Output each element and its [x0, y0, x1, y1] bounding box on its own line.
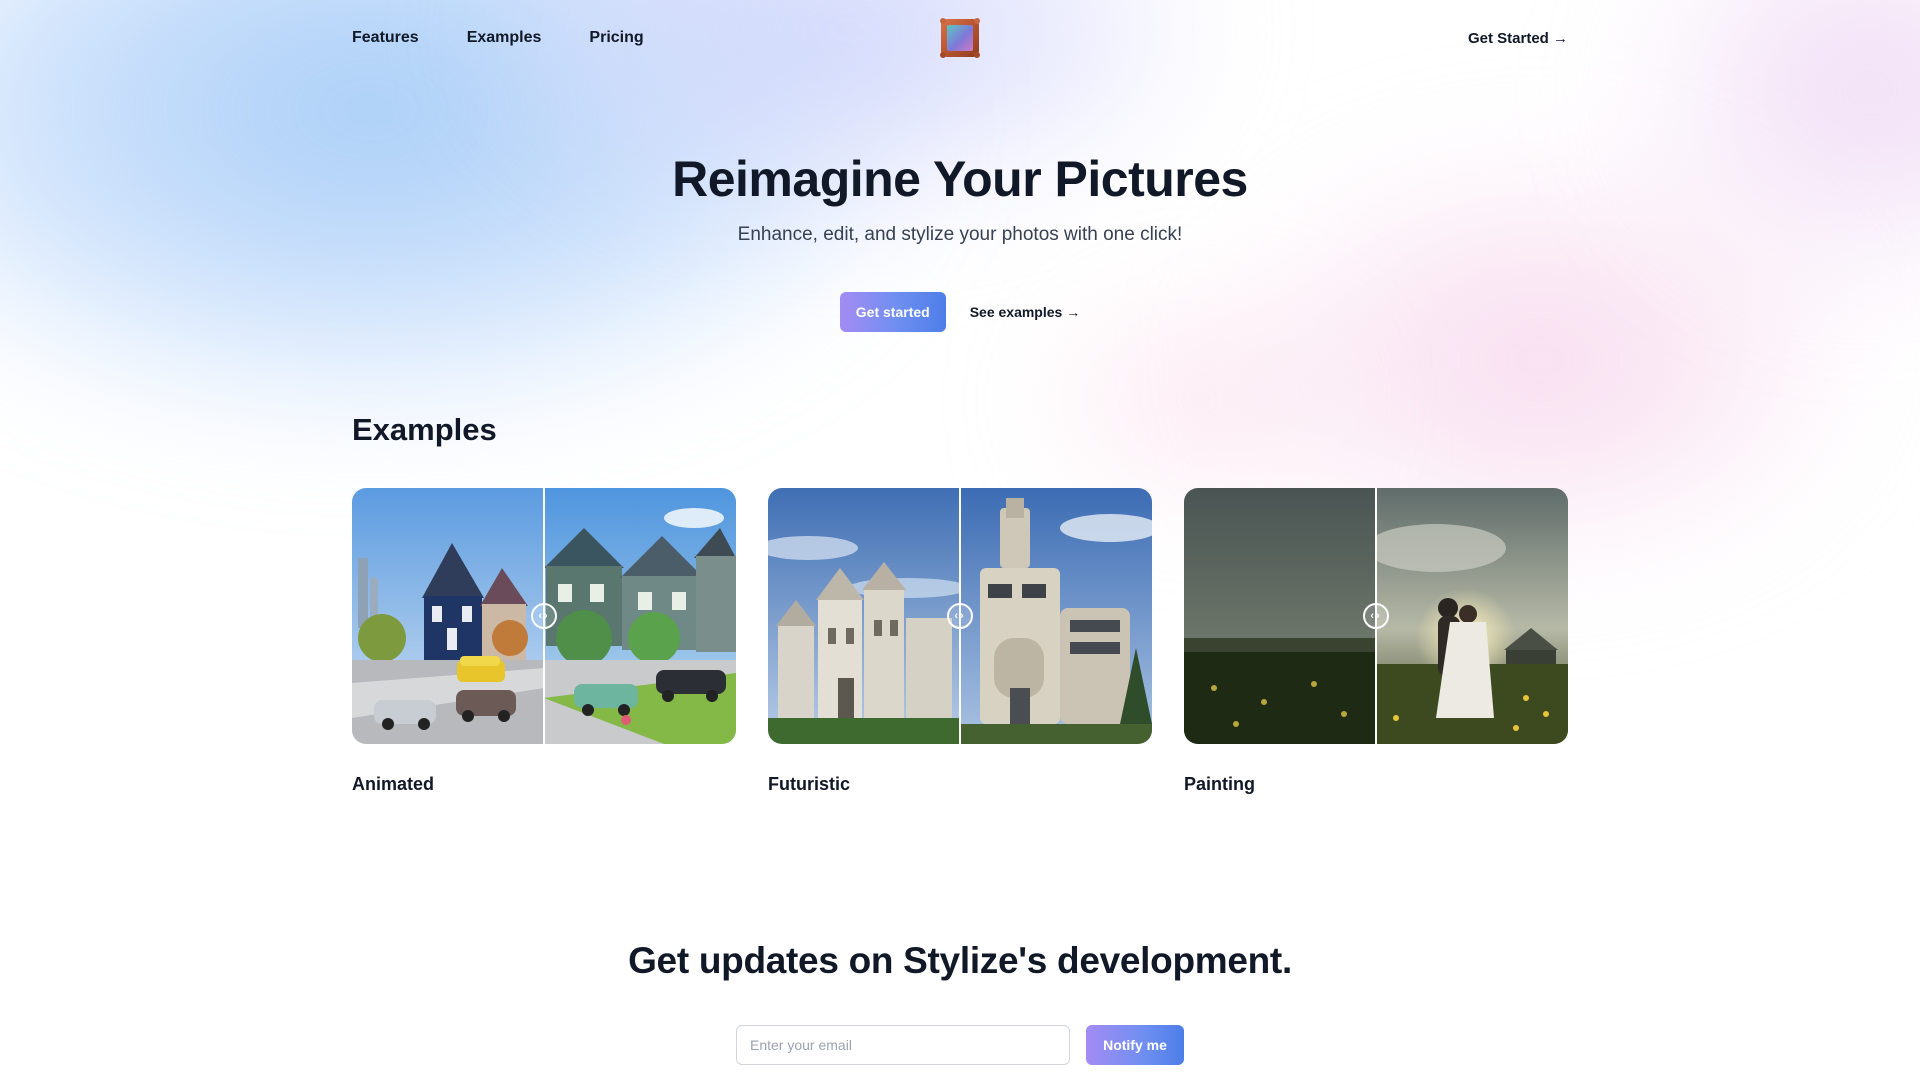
hero-actions: Get started See examples →: [0, 292, 1920, 332]
original-photo: [768, 488, 960, 744]
email-input[interactable]: [736, 1025, 1070, 1065]
updates-heading: Get updates on Stylize's development.: [628, 940, 1292, 981]
hero-title: Reimagine Your Pictures: [672, 151, 1248, 207]
stylized-photo: [960, 488, 1152, 744]
before-after-slider[interactable]: ‹›: [352, 488, 736, 744]
example-card-animated: ‹› Animated: [352, 488, 736, 795]
landing-page: Features Examples Pricing Get Started → …: [0, 0, 1920, 1080]
slider-handle-icon[interactable]: ‹›: [1363, 603, 1389, 629]
before-after-slider[interactable]: ‹›: [1184, 488, 1568, 744]
nav-link-pricing[interactable]: Pricing: [589, 29, 643, 47]
top-nav: Features Examples Pricing Get Started →: [352, 16, 1568, 60]
original-photo: [352, 488, 544, 744]
see-examples-link[interactable]: See examples →: [970, 304, 1081, 320]
slider-handle-icon[interactable]: ‹›: [531, 603, 557, 629]
example-card-futuristic: ‹› Futuristic: [768, 488, 1152, 795]
nav-link-features[interactable]: Features: [352, 29, 419, 47]
examples-grid: ‹› Animated ‹› Futuristic ‹› Painting: [352, 488, 1568, 795]
notify-me-button[interactable]: Notify me: [1086, 1025, 1184, 1065]
stylized-photo: [544, 488, 736, 744]
examples-heading: Examples: [352, 412, 497, 447]
card-label: Futuristic: [768, 774, 851, 794]
slider-handle-icon[interactable]: ‹›: [947, 603, 973, 629]
card-label: Painting: [1184, 774, 1255, 794]
original-photo: [1184, 488, 1376, 744]
nav-links: Features Examples Pricing: [352, 29, 644, 47]
example-card-painting: ‹› Painting: [1184, 488, 1568, 795]
before-after-slider[interactable]: ‹›: [768, 488, 1152, 744]
card-label: Animated: [352, 774, 435, 794]
picture-frame-icon[interactable]: [940, 17, 980, 59]
hero-subtitle: Enhance, edit, and stylize your photos w…: [737, 224, 1183, 245]
stylized-photo: [1376, 488, 1568, 744]
subscribe-form: Notify me: [0, 1025, 1920, 1065]
nav-link-examples[interactable]: Examples: [467, 29, 542, 47]
get-started-button[interactable]: Get started: [839, 292, 946, 332]
get-started-nav-link[interactable]: Get Started →: [1468, 30, 1568, 47]
